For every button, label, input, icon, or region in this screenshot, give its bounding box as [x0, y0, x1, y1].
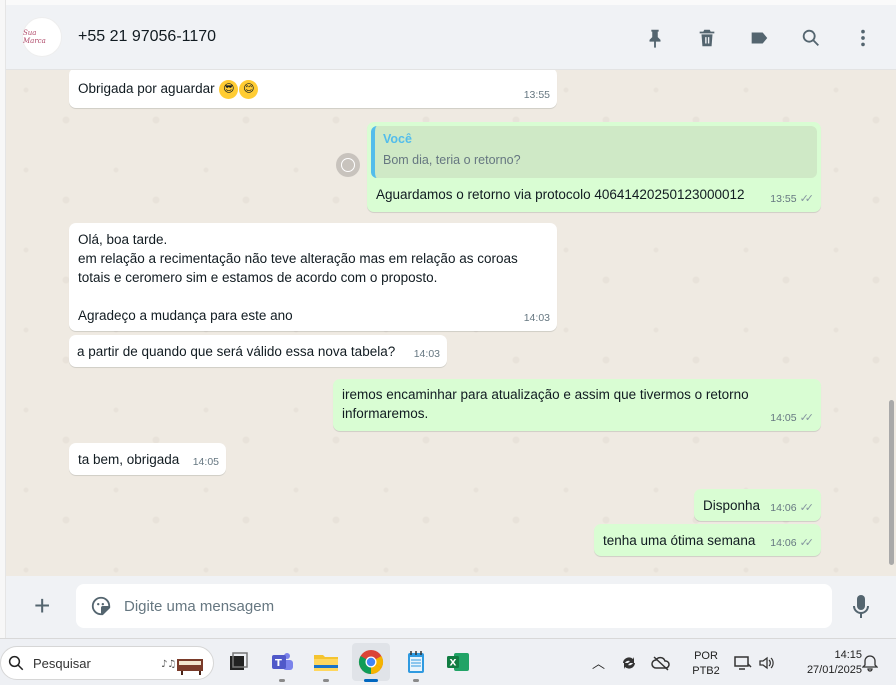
search-icon — [8, 655, 24, 671]
message-line: Olá, boa tarde. — [78, 232, 168, 247]
delivered-check-icon: ✓✓ — [799, 537, 815, 549]
message-incoming[interactable]: Olá, boa tarde. em relação a recimentaçã… — [69, 223, 557, 331]
message-time: 14:05 — [192, 456, 219, 468]
notification-bell-icon[interactable] — [862, 654, 878, 672]
label-icon[interactable] — [748, 27, 770, 49]
taskbar-clock[interactable]: 14:15 27/01/2025 — [786, 648, 862, 678]
chat-header: Sua Marca +55 21 97056-1170 — [6, 5, 896, 70]
avatar[interactable]: Sua Marca — [22, 17, 62, 57]
quote-text: Bom dia, teria o retorno? — [383, 153, 521, 167]
chrome-icon[interactable] — [352, 643, 390, 682]
svg-text:X: X — [450, 659, 457, 669]
message-time: 14:05 — [770, 412, 797, 424]
delivered-check-icon: ✓✓ — [799, 193, 815, 205]
message-outgoing[interactable]: iremos encaminhar para atualização e ass… — [333, 379, 821, 431]
smiling-face-icon: 😊 — [239, 79, 259, 99]
message-line: em relação a recimentação não teve alter… — [78, 251, 518, 266]
keyboard-layout: PTB2 — [692, 665, 720, 677]
message-input[interactable]: Digite uma mensagem — [76, 584, 832, 628]
message-input-placeholder: Digite uma mensagem — [124, 597, 275, 615]
menu-icon[interactable] — [852, 27, 874, 49]
message-line: Agradeço a mudança para este ano — [78, 308, 293, 323]
message-incoming[interactable]: Obrigada por aguardar 😎 😊 13:55 — [69, 70, 557, 108]
delivered-check-icon: ✓✓ — [799, 412, 815, 424]
svg-text:T: T — [275, 658, 282, 669]
message-line — [78, 287, 518, 306]
message-outgoing[interactable]: tenha uma ótima semana 14:06 ✓✓ — [594, 524, 821, 556]
message-list[interactable]: Obrigada por aguardar 😎 😊 13:55 Você Bom … — [6, 70, 896, 576]
language-code: POR — [694, 650, 718, 662]
quoted-message[interactable]: Você Bom dia, teria o retorno? — [371, 126, 817, 178]
message-line: informaremos. — [342, 406, 429, 421]
message-text: Aguardamos o retorno via protocolo 40641… — [376, 187, 745, 202]
message-line: iremos encaminhar para atualização e ass… — [342, 387, 749, 402]
piano-doodle-icon[interactable]: ♪♫ — [159, 653, 205, 675]
monitor-icon — [734, 655, 752, 670]
message-time: 13:55 — [770, 193, 797, 205]
message-time: 14:03 — [523, 312, 550, 324]
taskbar-search[interactable]: Pesquisar ♪♫ — [0, 646, 214, 680]
message-text: a partir de quando que será válido essa … — [77, 344, 396, 359]
delete-icon[interactable] — [696, 27, 718, 49]
taskbar-search-label: Pesquisar — [33, 655, 91, 671]
sync-icon[interactable] — [619, 654, 639, 672]
file-explorer-icon[interactable] — [312, 648, 340, 682]
delivered-check-icon: ✓✓ — [799, 502, 815, 514]
message-composer: + Digite uma mensagem — [6, 576, 896, 638]
input-language[interactable]: POR PTB2 — [688, 649, 724, 679]
pin-icon[interactable] — [644, 27, 666, 49]
status-icons[interactable] — [734, 639, 774, 685]
clock-date: 27/01/2025 — [806, 664, 862, 676]
message-time: 14:06 — [770, 537, 797, 549]
quote-author: Você — [383, 132, 412, 146]
message-incoming[interactable]: a partir de quando que será válido essa … — [69, 335, 447, 367]
clock-time: 14:15 — [834, 649, 862, 661]
add-reaction-icon[interactable] — [336, 153, 360, 177]
speaker-icon — [759, 656, 774, 669]
cloud-offline-icon[interactable] — [651, 655, 671, 671]
message-text: ta bem, obrigada — [78, 452, 180, 467]
chevron-up-icon[interactable]: ︿ — [592, 653, 605, 672]
microphone-icon[interactable] — [852, 594, 870, 620]
message-outgoing[interactable]: Você Bom dia, teria o retorno? Aguardamo… — [367, 122, 821, 212]
message-text: tenha uma ótima semana — [603, 533, 756, 548]
svg-text:♪♫: ♪♫ — [161, 659, 176, 670]
avatar-logo-text: Sua Marca — [23, 29, 46, 45]
system-tray: ︿ — [592, 639, 671, 685]
contact-name[interactable]: +55 21 97056-1170 — [78, 28, 216, 46]
task-view-icon[interactable] — [224, 648, 252, 676]
message-time: 14:03 — [413, 348, 440, 360]
attach-plus-icon[interactable]: + — [34, 592, 50, 620]
message-text: Obrigada por aguardar — [78, 81, 215, 96]
message-outgoing[interactable]: Disponha 14:06 ✓✓ — [694, 489, 821, 521]
notepad-icon[interactable] — [402, 648, 430, 682]
excel-icon[interactable]: X — [444, 648, 472, 676]
chat-scrollbar[interactable] — [889, 400, 894, 565]
message-text: Disponha — [703, 498, 761, 513]
message-incoming[interactable]: ta bem, obrigada 14:05 — [69, 443, 226, 475]
message-line: totais e ceromero sim e estamos de acord… — [78, 270, 438, 285]
message-time: 14:06 — [770, 502, 797, 514]
sunglasses-face-icon: 😎 — [219, 79, 239, 99]
search-icon[interactable] — [800, 27, 822, 49]
message-time: 13:55 — [523, 89, 550, 101]
teams-icon[interactable]: T — [268, 648, 296, 682]
sticker-icon[interactable] — [90, 595, 112, 617]
windows-taskbar: Pesquisar ♪♫ T X ︿ POR PTB2 14:15 27/01/… — [0, 638, 896, 685]
